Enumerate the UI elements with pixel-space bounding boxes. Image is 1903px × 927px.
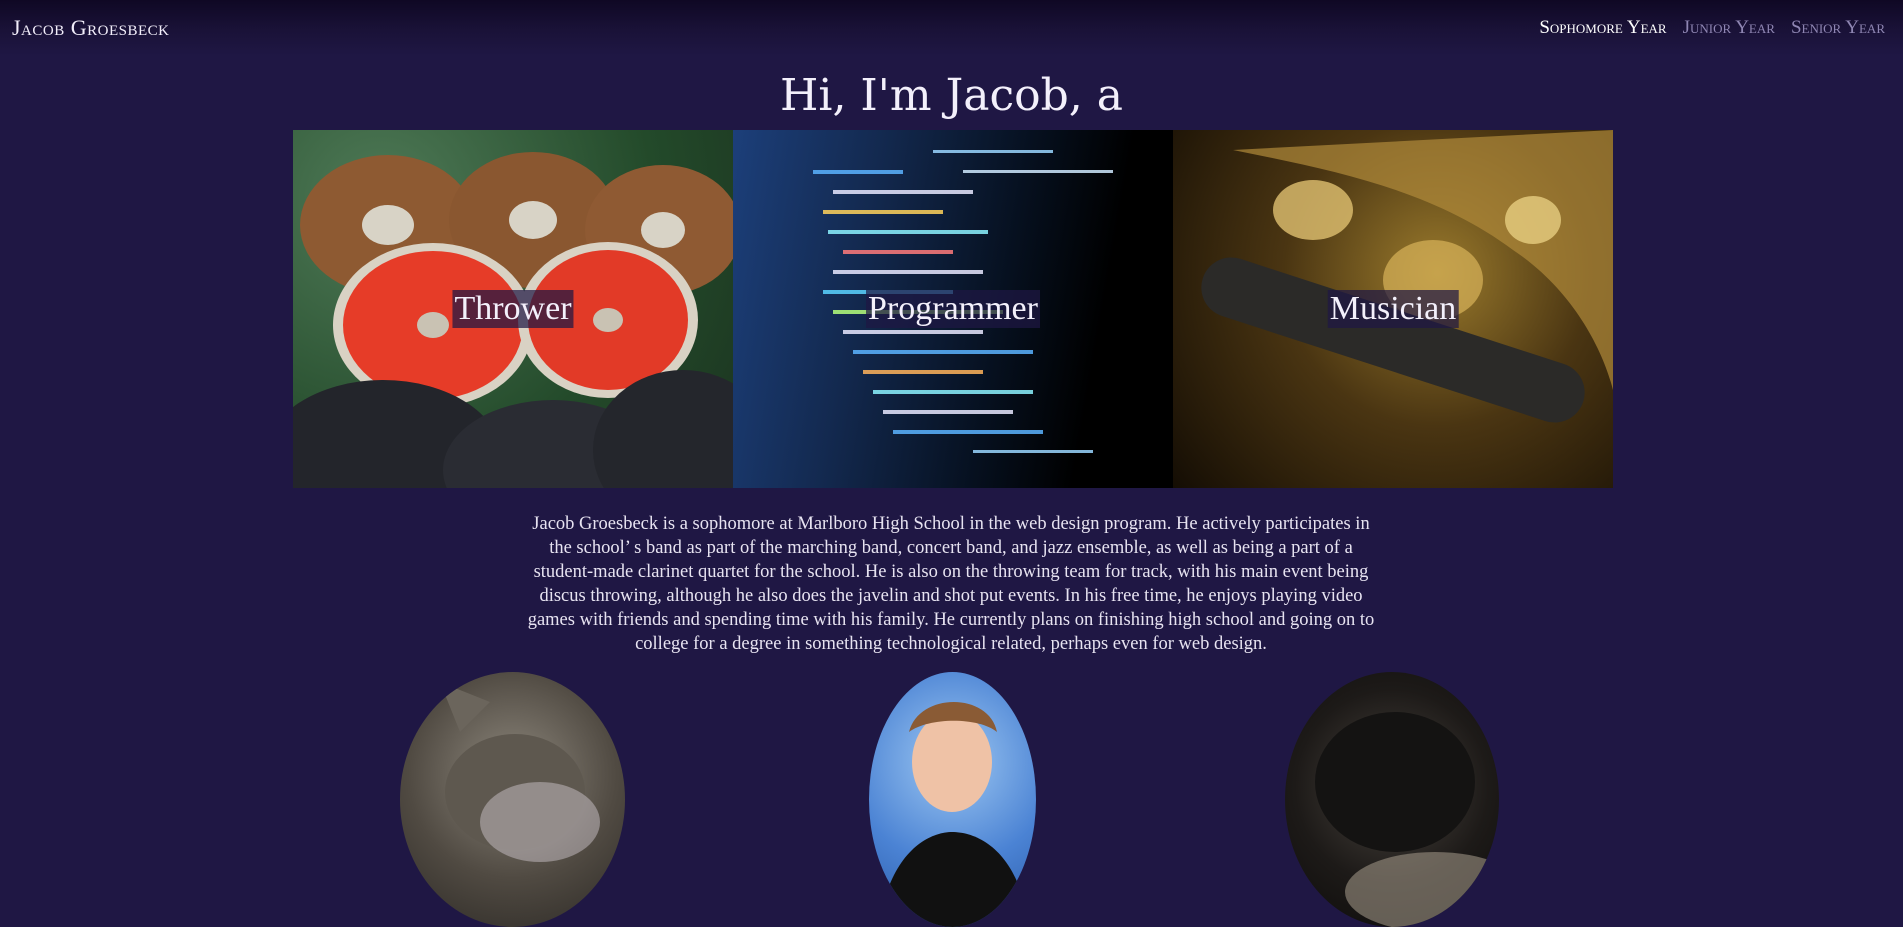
panel-programmer: Programmer	[733, 130, 1173, 488]
panel-caption-thrower: Thrower	[452, 290, 574, 328]
panel-thrower: Thrower	[293, 130, 733, 488]
bio-paragraph: Jacob Groesbeck is a sophomore at Marlbo…	[527, 514, 1375, 654]
main-nav: Sophomore Year Junior Year Senior Year	[1539, 17, 1885, 39]
nav-link-sophomore-year[interactable]: Sophomore Year	[1539, 17, 1666, 39]
cat-photo	[400, 672, 625, 927]
dog-photo	[1285, 672, 1499, 927]
nav-link-senior-year[interactable]: Senior Year	[1791, 17, 1885, 39]
portrait-photo	[869, 672, 1036, 927]
bio-section: Jacob Groesbeck is a sophomore at Marlbo…	[520, 512, 1382, 656]
nav-link-junior-year[interactable]: Junior Year	[1683, 17, 1775, 39]
panel-musician: Musician	[1173, 130, 1613, 488]
panel-caption-musician: Musician	[1327, 290, 1459, 328]
hero-title: Hi, I'm Jacob, a	[780, 70, 1123, 121]
site-brand[interactable]: Jacob Groesbeck	[12, 15, 169, 41]
panel-caption-programmer: Programmer	[866, 290, 1040, 328]
top-navigation-bar: Jacob Groesbeck Sophomore Year Junior Ye…	[0, 0, 1903, 56]
hero-panels: Thrower Programmer Musician	[293, 130, 1613, 488]
